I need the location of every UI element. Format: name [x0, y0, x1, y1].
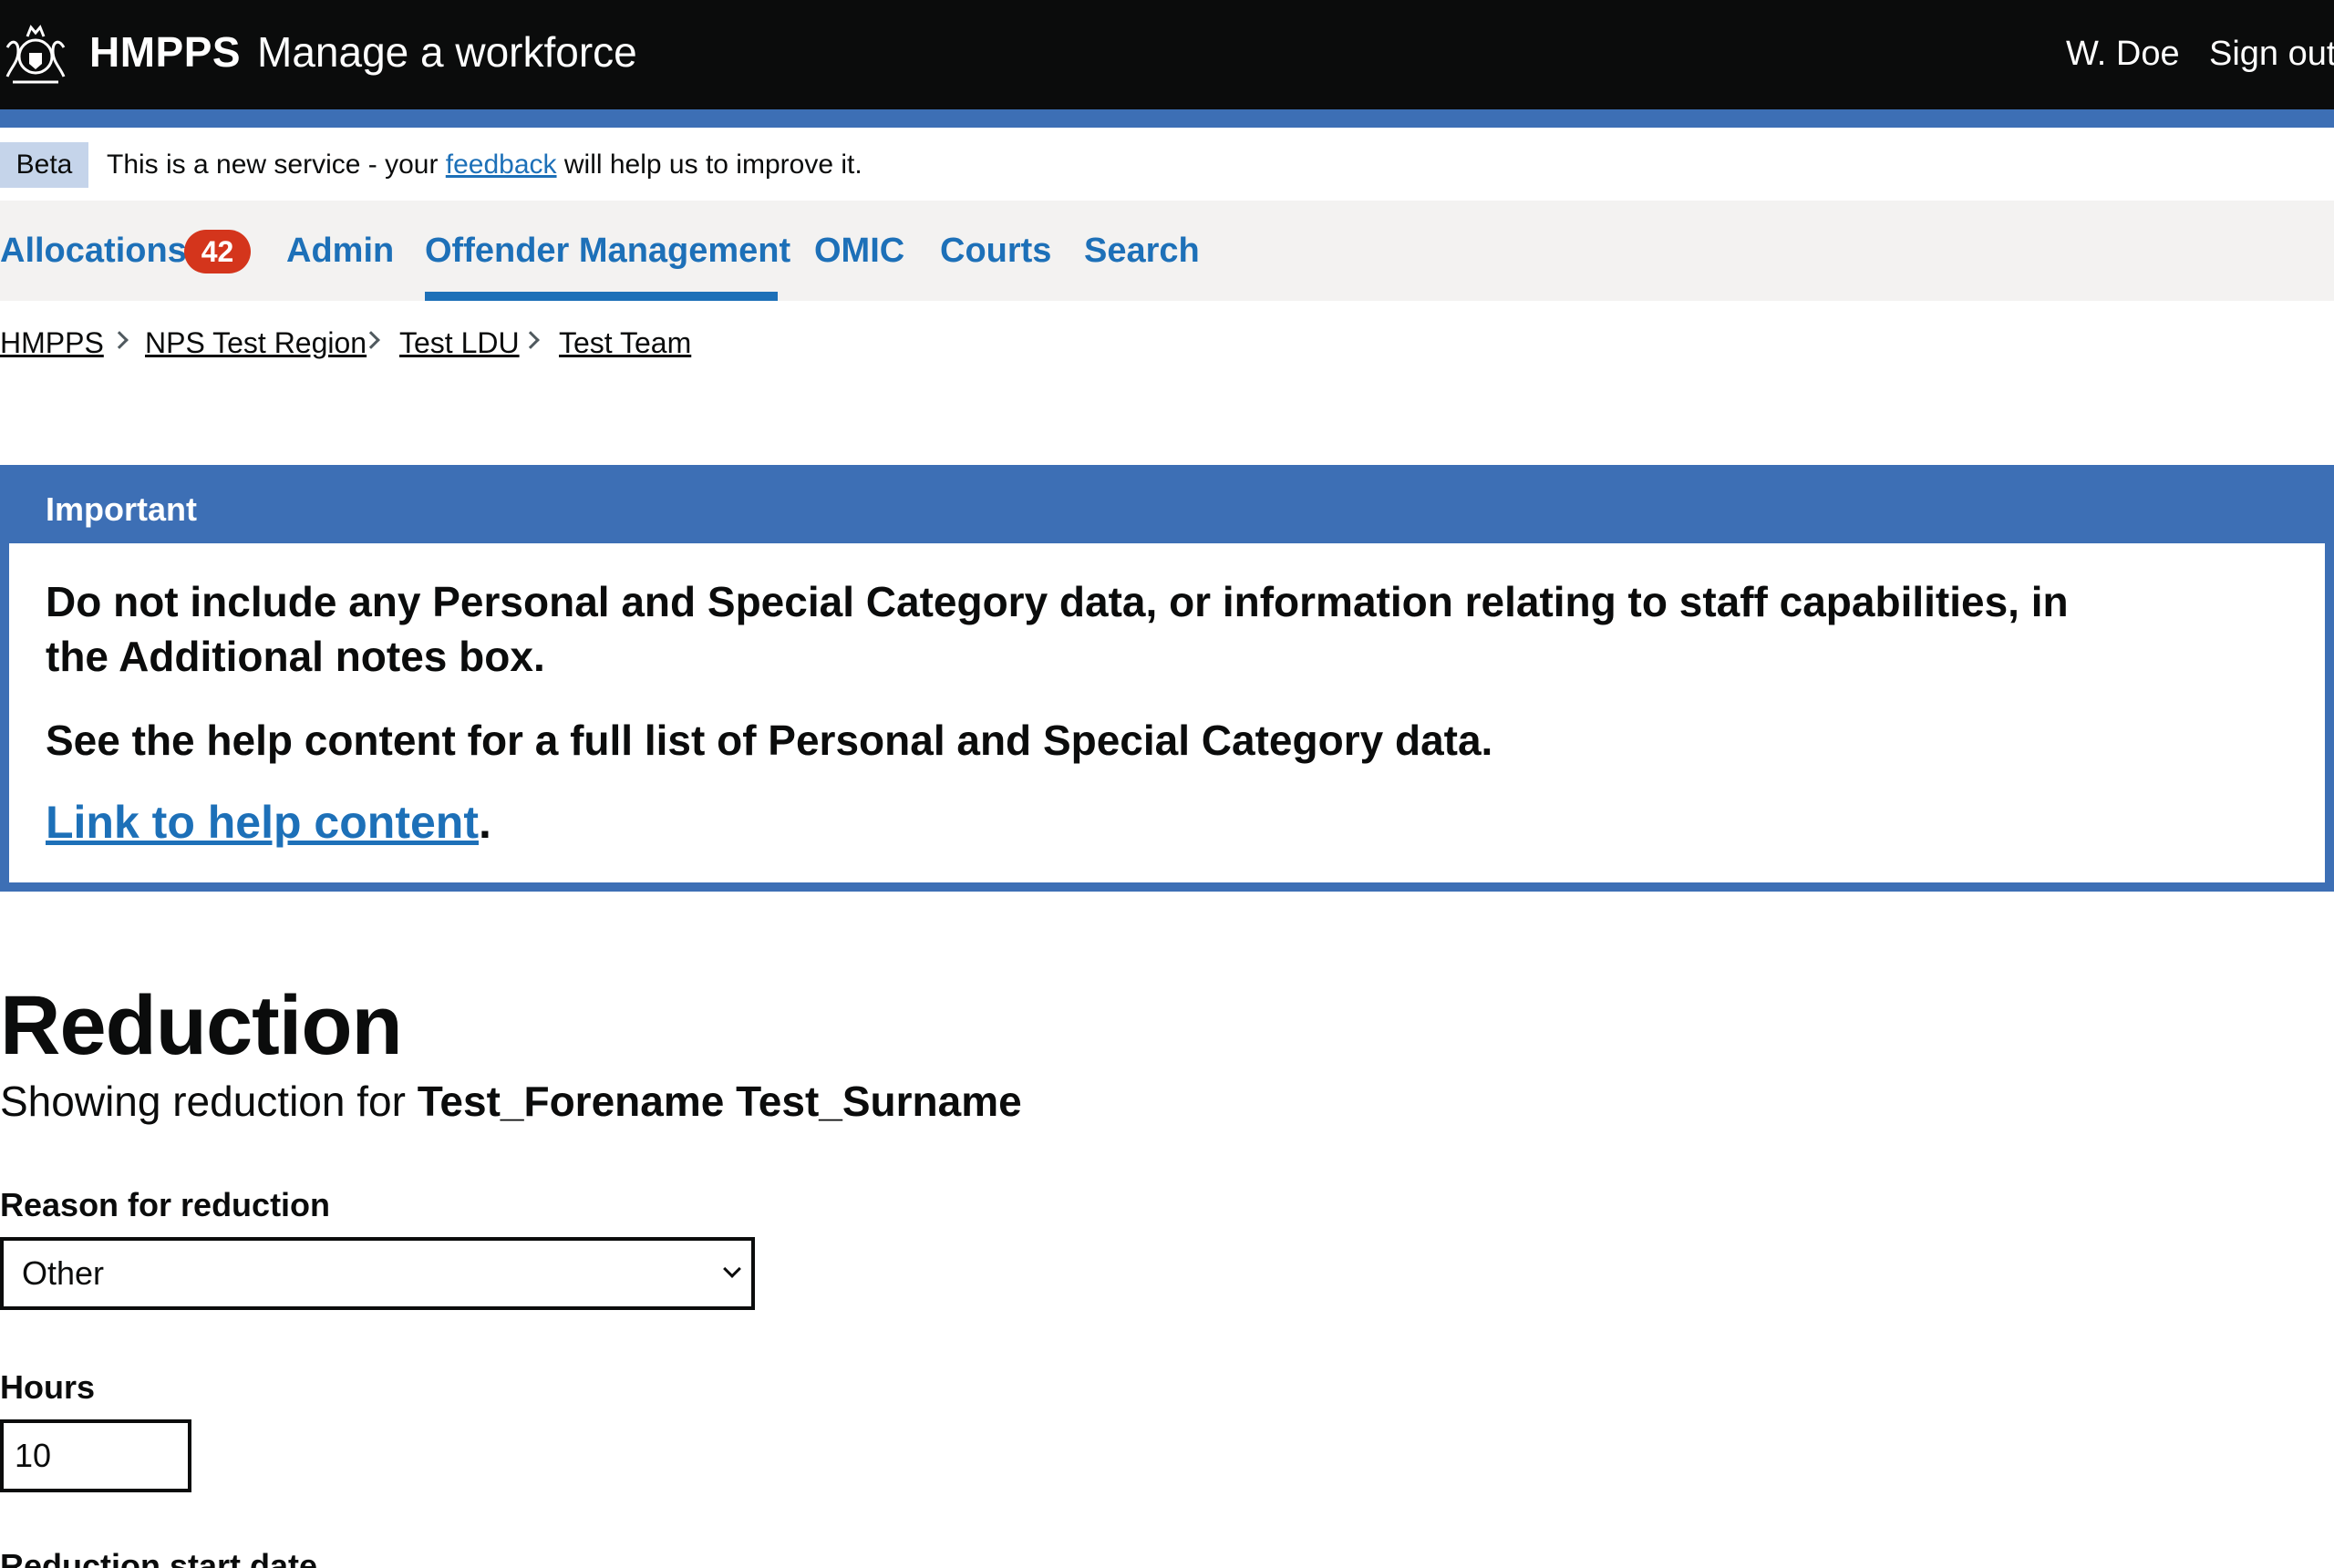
help-link-suffix: . [478, 797, 491, 848]
beta-banner-text: This is a new service - your feedback wi… [107, 148, 862, 182]
nav-item-admin[interactable]: Admin [286, 228, 394, 273]
important-message-personal-data: Do not include any Personal and Special … [46, 578, 2069, 680]
beta-text-after: will help us to improve it. [556, 150, 862, 180]
nav-active-indicator [425, 292, 778, 301]
nav-item-allocations[interactable]: Allocations [0, 228, 187, 273]
royal-crest-icon [5, 25, 66, 84]
nav-item-search[interactable]: Search [1084, 228, 1200, 273]
important-message-help: See the help content for a full list of … [46, 717, 1493, 764]
nav-item-omic[interactable]: OMIC [814, 228, 904, 273]
chevron-down-icon [723, 1260, 741, 1278]
beta-tag: Beta [0, 142, 88, 188]
site-header: HMPPS Manage a workforce W. Doe Sign out [0, 0, 2334, 109]
service-name[interactable]: Manage a workforce [257, 27, 637, 77]
important-notification-banner: Important Do not include any Personal an… [0, 465, 2334, 892]
breadcrumb-region[interactable]: NPS Test Region [145, 326, 367, 360]
header-rule [0, 109, 2334, 128]
nav-item-offender-management[interactable]: Offender Management [425, 228, 790, 273]
allocations-count-badge: 42 [184, 230, 251, 273]
page-title: Reduction [0, 979, 403, 1072]
important-banner-title: Important [46, 490, 197, 528]
hours-input[interactable]: 10 [0, 1419, 191, 1492]
breadcrumb-hmpps[interactable]: HMPPS [0, 326, 104, 360]
reason-for-reduction-label: Reason for reduction [0, 1186, 331, 1223]
help-content-link[interactable]: Link to help content [46, 797, 479, 848]
sign-out-link[interactable]: Sign out [2209, 35, 2334, 74]
breadcrumb-ldu[interactable]: Test LDU [399, 326, 520, 360]
hours-label: Hours [0, 1368, 96, 1406]
breadcrumb-chevron-icon [522, 331, 540, 349]
reason-selected-value: Other [22, 1254, 105, 1292]
important-banner-header: Important [9, 474, 2325, 543]
subtitle-prefix: Showing reduction for [0, 1078, 418, 1125]
offender-name: Test_Forename Test_Surname [417, 1078, 1022, 1125]
brand-name[interactable]: HMPPS [89, 27, 241, 77]
feedback-link[interactable]: feedback [446, 150, 557, 180]
primary-navigation: Allocations 42 Admin Offender Management… [0, 201, 2334, 301]
user-name: W. Doe [2066, 35, 2180, 73]
breadcrumb-team[interactable]: Test Team [559, 326, 691, 360]
beta-text-before: This is a new service - your [107, 150, 446, 180]
page-subtitle: Showing reduction for Test_Forename Test… [0, 1076, 1022, 1127]
reason-for-reduction-select[interactable]: Other [0, 1237, 755, 1310]
breadcrumb-chevron-icon [110, 331, 129, 349]
nav-item-courts[interactable]: Courts [940, 228, 1051, 273]
reduction-start-date-label: Reduction start date [0, 1547, 318, 1568]
help-content-line: Link to help content. [46, 795, 491, 850]
